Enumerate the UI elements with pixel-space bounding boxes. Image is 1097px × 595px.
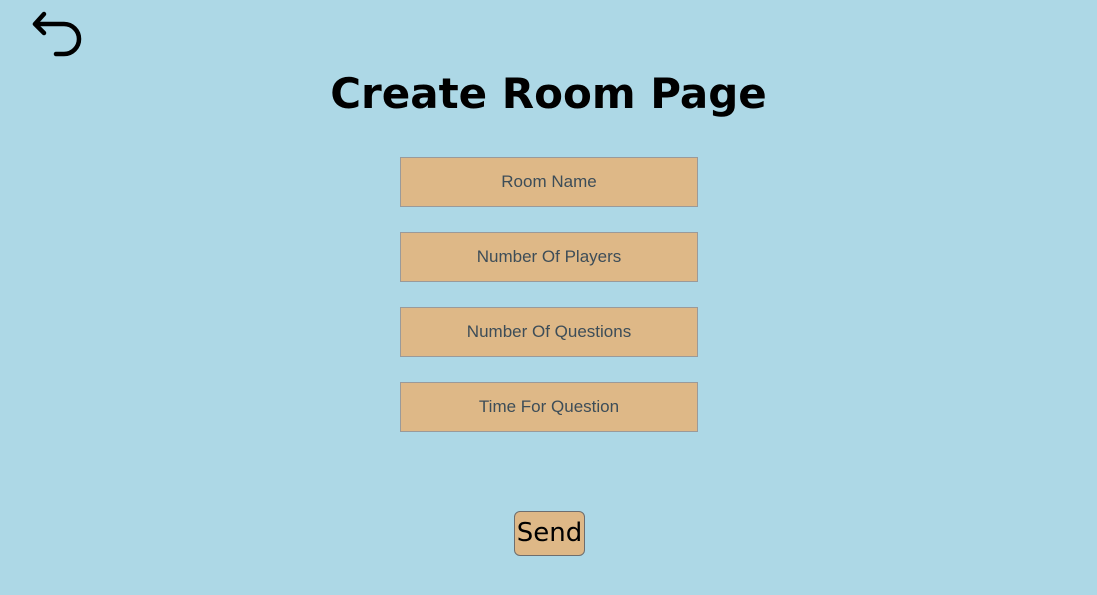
number-of-players-input[interactable] [400, 232, 698, 282]
back-button[interactable] [30, 8, 88, 58]
number-of-questions-input[interactable] [400, 307, 698, 357]
page-title: Create Room Page [330, 69, 767, 118]
time-for-question-input[interactable] [400, 382, 698, 432]
undo-arrow-icon [30, 8, 88, 58]
send-button[interactable]: Send [514, 511, 585, 556]
room-name-input[interactable] [400, 157, 698, 207]
